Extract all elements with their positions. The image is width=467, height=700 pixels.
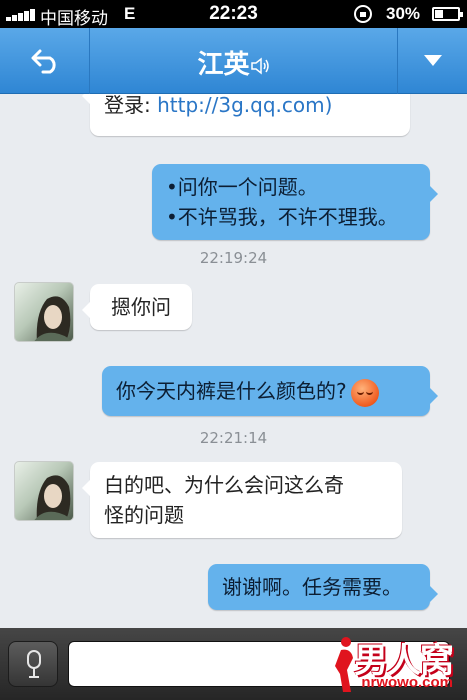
chat-area[interactable]: ·· ··· ··· ·· ·· ··· ··· 登录: http://3g.q… [0, 94, 467, 628]
message-text-line: •不许骂我，不许不理我。 [166, 205, 398, 229]
message-text-line: •问你一个问题。 [166, 175, 318, 199]
message-bubble-outgoing[interactable]: 谢谢啊。任务需要。 [208, 564, 438, 610]
message-timestamp: 22:19:24 [199, 249, 268, 267]
battery-percent: 30% [386, 4, 421, 23]
battery-icon [432, 7, 463, 21]
message-text: 登录: [104, 94, 158, 117]
chat-header: 江英 [0, 28, 467, 94]
contact-avatar[interactable] [14, 461, 74, 521]
message-text: 你今天内裤是什么颜色的? [116, 379, 347, 403]
contact-name-text: 江英 [197, 50, 250, 80]
message-link[interactable]: http://3g.qq.com) [157, 94, 332, 117]
voice-input-button[interactable] [8, 641, 58, 687]
rotation-lock-icon [354, 5, 372, 23]
blush-emoji-icon [350, 378, 379, 407]
microphone-icon [27, 650, 41, 678]
dropdown-triangle-icon [424, 55, 442, 66]
message-bubble-incoming[interactable]: 摁你问 [82, 284, 192, 330]
message-text: 摁你问 [111, 295, 171, 319]
site-watermark: 男人窝 nrwowo.com [329, 628, 461, 700]
message-bubble-outgoing[interactable]: •问你一个问题。 •不许骂我，不许不理我。 [152, 164, 438, 240]
speaker-icon [250, 56, 269, 75]
message-bubble-outgoing[interactable]: 你今天内裤是什么颜色的? [102, 366, 438, 416]
watermark-url: nrwowo.com [361, 674, 453, 691]
menu-button[interactable] [397, 28, 467, 94]
message-timestamp: 22:21:14 [199, 429, 268, 447]
input-bar: 男人窝 nrwowo.com [0, 628, 467, 700]
message-text: 谢谢啊。任务需要。 [222, 575, 402, 599]
message-text-line: 怪的问题 [104, 503, 184, 527]
message-bubble-incoming[interactable]: ·· ··· ··· ·· ·· ··· ··· 登录: http://3g.q… [82, 94, 410, 136]
status-bar: 中国移动 E 22:23 30% [0, 0, 467, 28]
avatar-photo [34, 296, 72, 341]
avatar-photo [34, 475, 72, 520]
message-text-line: 白的吧、为什么会问这么奇 [104, 473, 344, 497]
message-bubble-incoming[interactable]: 白的吧、为什么会问这么奇 怪的问题 [82, 462, 402, 538]
contact-avatar[interactable] [14, 282, 74, 342]
